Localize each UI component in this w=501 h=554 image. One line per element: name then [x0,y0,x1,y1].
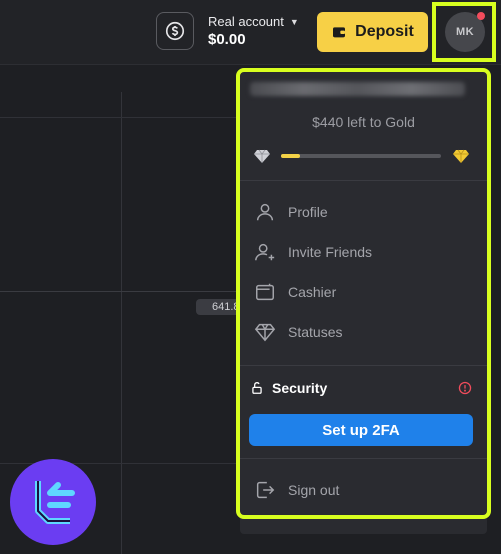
price-line [0,291,240,292]
menu-item-label: Invite Friends [288,244,373,260]
security-label: Security [272,380,328,396]
wallet-icon [333,27,346,38]
menu-item-statuses[interactable]: Statuses [254,318,474,346]
account-type-label: Real account [208,14,284,29]
user-plus-icon [255,243,275,261]
gold-diamond-icon [453,149,469,168]
brand-logo [10,459,96,545]
menu-item-label: Cashier [288,284,337,300]
divider [240,458,487,459]
silver-diamond-icon [254,149,270,168]
status-progress-text: $440 left to Gold [312,114,415,130]
user-icon [256,203,274,221]
lock-icon [252,382,262,394]
top-bar: Real account ▼ $0.00 Deposit MK [0,0,501,65]
menu-item-sign-out[interactable]: Sign out [254,476,474,504]
blurred-user-name [250,82,465,96]
status-progress-fill [281,154,301,158]
menu-item-label: Statuses [288,324,343,340]
caret-down-icon: ▼ [289,16,299,27]
grid-line [121,92,122,554]
sign-out-icon [256,481,275,499]
account-dropdown-menu: $440 left to Gold Profile Invite Friends… [240,72,487,534]
deposit-button[interactable]: Deposit [317,12,428,52]
setup-2fa-button[interactable]: Set up 2FA [249,414,473,446]
menu-item-invite-friends[interactable]: Invite Friends [254,238,474,266]
diamond-icon [254,323,276,342]
security-section: Security [250,378,472,398]
alert-icon [458,381,472,395]
price-label: 641.8 [196,299,244,315]
menu-item-label: Profile [288,204,328,220]
menu-item-label: Sign out [288,482,340,498]
divider [240,180,487,181]
menu-item-profile[interactable]: Profile [254,198,474,226]
wallet-icon [256,283,274,301]
grid-line [0,117,240,118]
notification-dot [477,12,485,20]
account-switch-icon[interactable] [156,12,194,50]
menu-item-cashier[interactable]: Cashier [254,278,474,306]
divider [240,365,487,366]
status-progress-bar [281,154,441,158]
deposit-label: Deposit [355,23,414,40]
account-selector[interactable]: Real account ▼ [208,14,299,29]
account-balance: $0.00 [208,31,246,48]
